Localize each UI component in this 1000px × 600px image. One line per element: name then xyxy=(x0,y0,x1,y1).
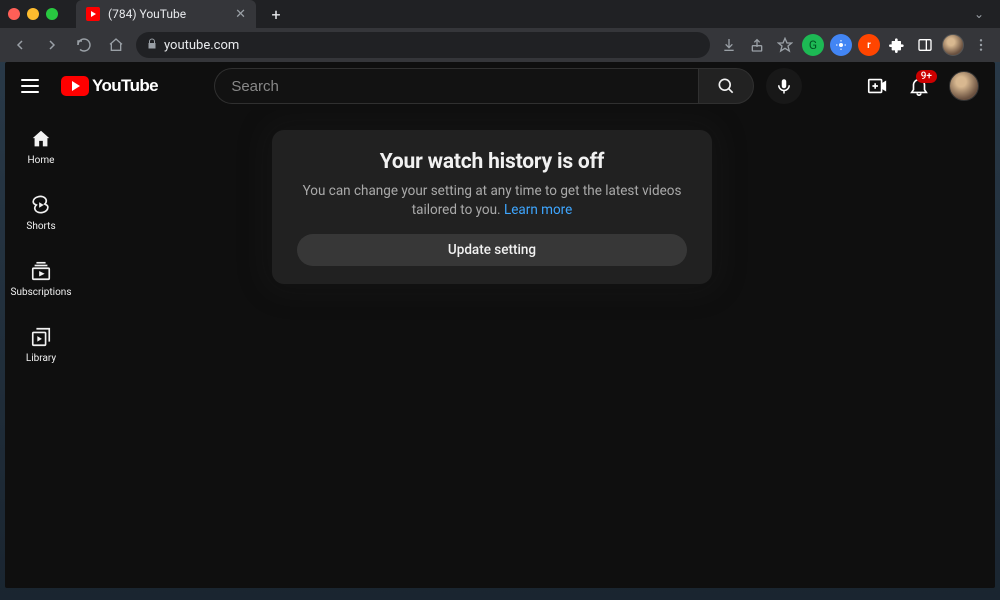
address-bar[interactable]: youtube.com xyxy=(136,32,710,58)
youtube-logo[interactable]: YouTube xyxy=(61,76,158,96)
profile-avatar-chrome[interactable] xyxy=(942,34,964,56)
create-button[interactable] xyxy=(865,74,889,98)
notice-title: Your watch history is off xyxy=(292,150,692,174)
home-icon xyxy=(30,128,52,150)
rail-label: Library xyxy=(26,353,56,364)
yt-header: YouTube 9+ xyxy=(5,62,995,110)
learn-more-link[interactable]: Learn more xyxy=(504,202,572,218)
extension-icons: G r xyxy=(718,34,992,56)
lock-icon xyxy=(146,38,158,53)
close-tab-icon[interactable]: ✕ xyxy=(235,7,246,22)
shorts-icon xyxy=(30,194,52,216)
window-controls xyxy=(8,8,58,20)
update-setting-button[interactable]: Update setting xyxy=(297,234,687,266)
menu-icon[interactable] xyxy=(21,74,45,98)
chrome-menu-icon[interactable] xyxy=(970,34,992,56)
minimize-window-button[interactable] xyxy=(27,8,39,20)
search-form xyxy=(214,68,754,104)
search-input[interactable] xyxy=(231,78,682,95)
share-icon[interactable] xyxy=(746,34,768,56)
tab-title: (784) YouTube xyxy=(108,7,186,21)
library-icon xyxy=(30,326,52,348)
url-text: youtube.com xyxy=(164,38,239,53)
youtube-logo-text: YouTube xyxy=(92,76,158,96)
watch-history-notice: Your watch history is off You can change… xyxy=(272,130,712,284)
youtube-logo-icon xyxy=(61,76,89,96)
bookmark-star-icon[interactable] xyxy=(774,34,796,56)
home-button[interactable] xyxy=(104,33,128,57)
notifications-badge: 9+ xyxy=(916,70,937,83)
notice-description: You can change your setting at any time … xyxy=(292,182,692,220)
main-content: Your watch history is off You can change… xyxy=(77,110,995,588)
rail-label: Subscriptions xyxy=(11,287,72,298)
download-icon[interactable] xyxy=(718,34,740,56)
extension-1-icon[interactable]: G xyxy=(802,34,824,56)
rail-item-shorts[interactable]: Shorts xyxy=(9,180,73,246)
nav-rail: Home Shorts Subscriptions Library xyxy=(5,110,77,588)
account-avatar[interactable] xyxy=(949,71,979,101)
search-input-container[interactable] xyxy=(214,68,698,104)
extension-reddit-icon[interactable]: r xyxy=(858,34,880,56)
fullscreen-window-button[interactable] xyxy=(46,8,58,20)
browser-tab-active[interactable]: (784) YouTube ✕ xyxy=(76,0,256,28)
rail-label: Shorts xyxy=(26,221,55,232)
rail-item-library[interactable]: Library xyxy=(9,312,73,378)
notifications-button[interactable]: 9+ xyxy=(907,74,931,98)
forward-button[interactable] xyxy=(40,33,64,57)
tabs-overflow-icon[interactable]: ⌄ xyxy=(966,3,992,25)
rail-item-subscriptions[interactable]: Subscriptions xyxy=(9,246,73,312)
back-button[interactable] xyxy=(8,33,32,57)
subscriptions-icon xyxy=(30,260,52,282)
search-button[interactable] xyxy=(698,68,754,104)
notice-desc-text: You can change your setting at any time … xyxy=(303,183,682,218)
extension-2-icon[interactable] xyxy=(830,34,852,56)
youtube-app: YouTube 9+ xyxy=(5,62,995,588)
rail-item-home[interactable]: Home xyxy=(9,114,73,180)
browser-toolbar: youtube.com G r xyxy=(0,28,1000,62)
reload-button[interactable] xyxy=(72,33,96,57)
voice-search-button[interactable] xyxy=(766,68,802,104)
close-window-button[interactable] xyxy=(8,8,20,20)
rail-label: Home xyxy=(28,155,55,166)
youtube-favicon xyxy=(86,7,100,21)
extensions-puzzle-icon[interactable] xyxy=(886,34,908,56)
side-panel-icon[interactable] xyxy=(914,34,936,56)
new-tab-button[interactable]: + xyxy=(264,2,288,26)
browser-tab-bar: (784) YouTube ✕ + ⌄ xyxy=(0,0,1000,28)
